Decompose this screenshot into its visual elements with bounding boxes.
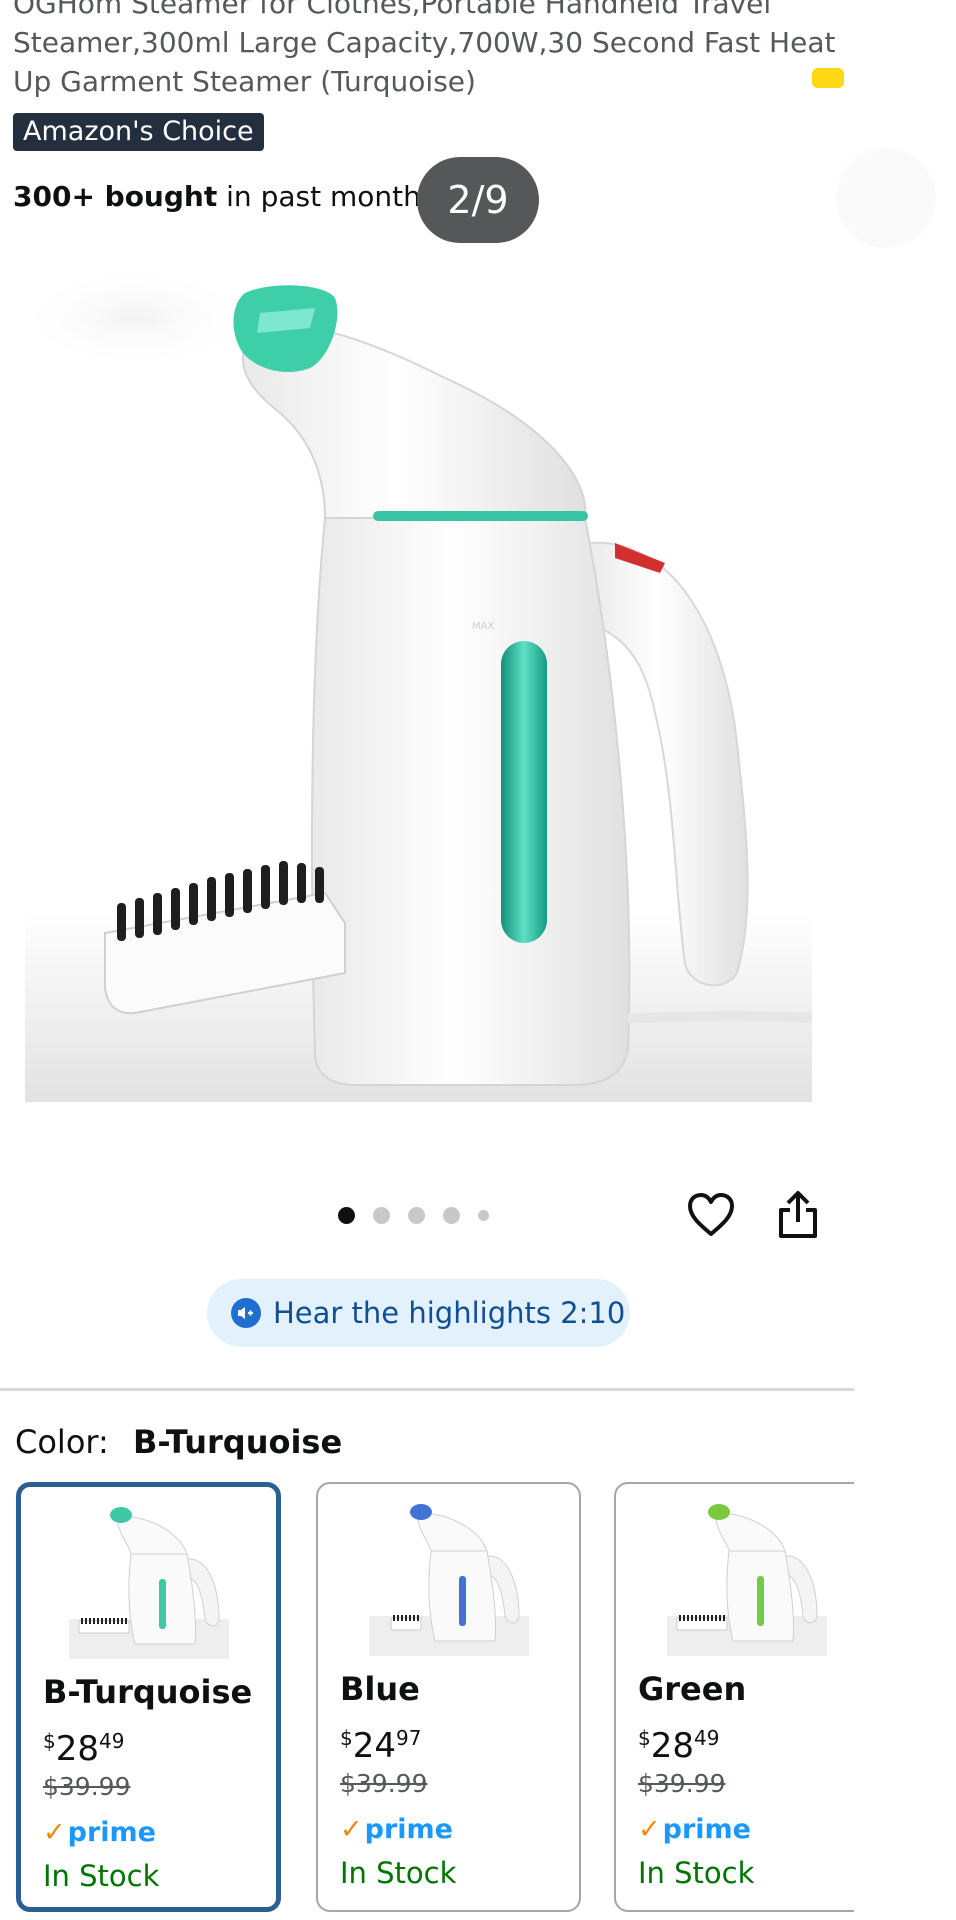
swatch-name: Green <box>638 1670 747 1708</box>
section-divider <box>0 1388 854 1391</box>
speaker-icon <box>231 1298 261 1328</box>
price-whole: 28 <box>55 1729 99 1769</box>
prime-label: prime <box>662 1814 751 1845</box>
faded-overlay-button[interactable] <box>836 148 936 248</box>
prime-check-icon: ✓ <box>638 1814 661 1845</box>
swatch-name: B-Turquoise <box>43 1673 253 1711</box>
svg-text:MAX: MAX <box>472 621 494 632</box>
currency-symbol: $ <box>340 1726 353 1750</box>
swatch-thumbnail <box>666 1504 827 1656</box>
color-option-green[interactable]: Green $2849 $39.99 ✓ prime In Stock <box>614 1482 854 1912</box>
carousel-dot[interactable] <box>373 1207 390 1224</box>
swatch-name: Blue <box>340 1670 420 1708</box>
product-image[interactable]: MAX <box>25 273 812 1102</box>
swatch-price: $2849 <box>638 1718 719 1766</box>
color-options: B-Turquoise $2849 $39.99 ✓ prime In Stock… <box>16 1480 854 1920</box>
product-title: OGHom Steamer for Clothes,Portable Handh… <box>13 0 836 98</box>
stock-status: In Stock <box>340 1856 457 1890</box>
prime-badge: ✓ prime <box>638 1814 751 1845</box>
bought-count-rest: in past month <box>226 180 421 213</box>
stock-status: In Stock <box>43 1859 160 1893</box>
swatch-thumbnail <box>368 1504 529 1656</box>
price-whole: 24 <box>352 1726 396 1766</box>
bought-count-strong: 300+ bought <box>13 180 218 213</box>
selected-color: B-Turquoise <box>132 1423 343 1461</box>
carousel-dot[interactable] <box>478 1210 489 1221</box>
list-price: $39.99 <box>43 1772 131 1801</box>
prime-label: prime <box>67 1817 156 1848</box>
currency-symbol: $ <box>638 1726 651 1750</box>
carousel-dot[interactable] <box>443 1207 460 1224</box>
color-label: Color: <box>15 1423 109 1461</box>
price-fraction: 49 <box>694 1726 720 1750</box>
carousel-dot[interactable] <box>408 1207 425 1224</box>
prime-badge: ✓ prime <box>43 1817 156 1848</box>
currency-symbol: $ <box>43 1729 56 1753</box>
list-price: $39.99 <box>340 1769 428 1798</box>
image-counter: 2/9 <box>417 157 539 243</box>
share-icon[interactable] <box>776 1190 820 1240</box>
carousel-dots <box>338 1207 489 1224</box>
price-whole: 28 <box>650 1726 694 1766</box>
color-option-b-turquoise[interactable]: B-Turquoise $2849 $39.99 ✓ prime In Stock <box>16 1482 281 1912</box>
amazons-choice-badge: Amazon's Choice <box>13 113 264 151</box>
prime-label: prime <box>364 1814 453 1845</box>
stock-status: In Stock <box>638 1856 755 1890</box>
swatch-thumbnail <box>68 1507 229 1659</box>
bought-count: 300+ bought in past month <box>13 177 421 217</box>
color-option-blue[interactable]: Blue $2497 $39.99 ✓ prime In Stock <box>316 1482 581 1912</box>
price-fraction: 49 <box>99 1729 125 1753</box>
prime-check-icon: ✓ <box>43 1817 66 1848</box>
prime-check-icon: ✓ <box>340 1814 363 1845</box>
carousel-dot[interactable] <box>338 1207 355 1224</box>
color-selector-label: Color: B-Turquoise <box>15 1421 342 1463</box>
swatch-price: $2849 <box>43 1721 124 1769</box>
prime-badge: ✓ prime <box>340 1814 453 1845</box>
swatch-price: $2497 <box>340 1718 421 1766</box>
hear-highlights-label: Hear the highlights 2:10 <box>273 1296 626 1330</box>
yellow-indicator <box>812 68 844 88</box>
price-fraction: 97 <box>396 1726 422 1750</box>
heart-icon[interactable] <box>687 1192 735 1238</box>
hear-highlights-button[interactable]: Hear the highlights 2:10 <box>207 1279 630 1347</box>
list-price: $39.99 <box>638 1769 726 1798</box>
